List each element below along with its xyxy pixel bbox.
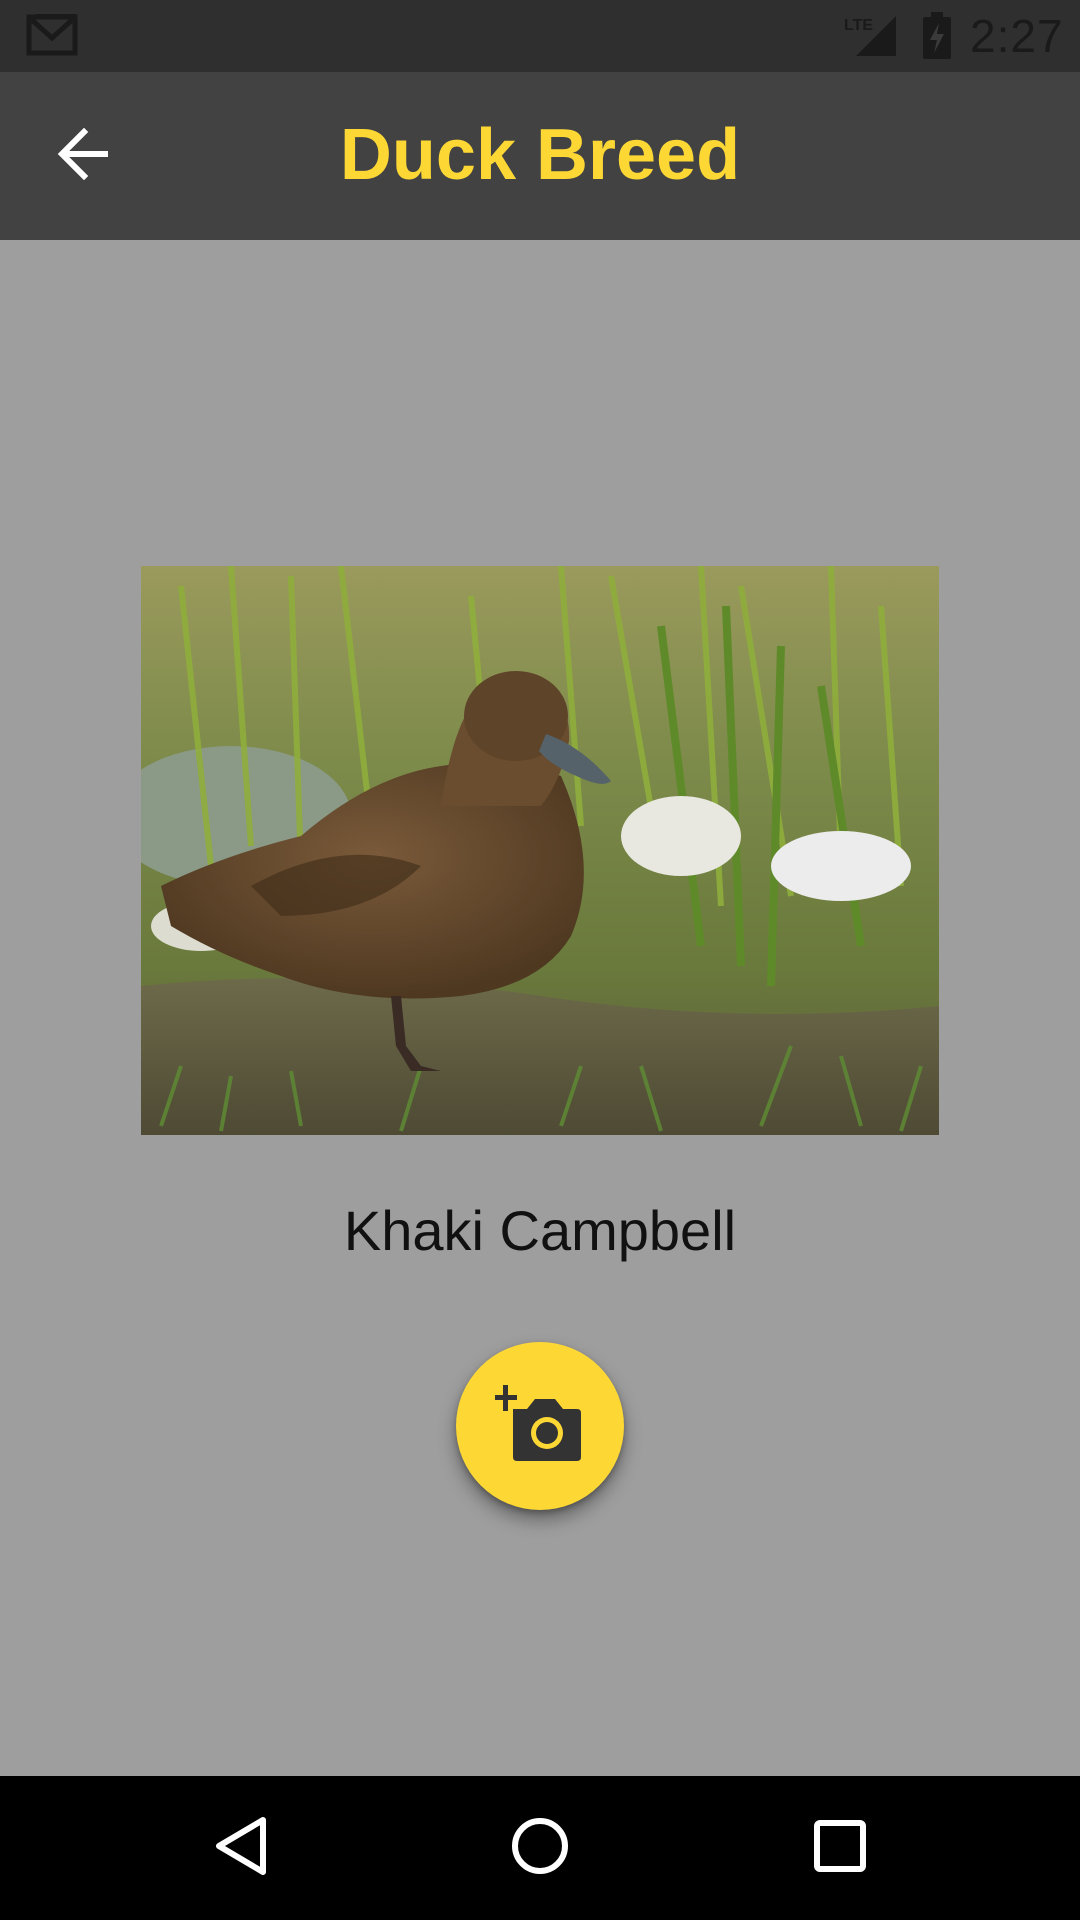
gmail-icon <box>26 14 80 58</box>
nav-back-button[interactable] <box>205 1812 277 1884</box>
lte-signal-icon: LTE <box>842 12 898 58</box>
add-a-photo-icon <box>495 1384 585 1468</box>
status-bar: LTE 2:27 <box>0 0 1080 72</box>
page-title: Duck Breed <box>339 115 741 195</box>
duck-photo <box>141 566 939 1135</box>
navigation-bar <box>0 1776 1080 1920</box>
add-photo-button[interactable] <box>456 1342 624 1510</box>
breed-name: Khaki Campbell <box>343 1199 737 1262</box>
back-triangle-icon <box>213 1816 269 1881</box>
nav-home-button[interactable] <box>504 1812 576 1884</box>
nav-recents-button[interactable] <box>804 1812 876 1884</box>
home-circle-icon <box>510 1816 570 1881</box>
network-label: LTE <box>844 17 873 34</box>
recents-square-icon <box>812 1818 868 1879</box>
app-bar: Duck Breed <box>0 72 1080 240</box>
battery-charging-icon <box>922 12 952 60</box>
status-clock: 2:27 <box>970 10 1064 62</box>
